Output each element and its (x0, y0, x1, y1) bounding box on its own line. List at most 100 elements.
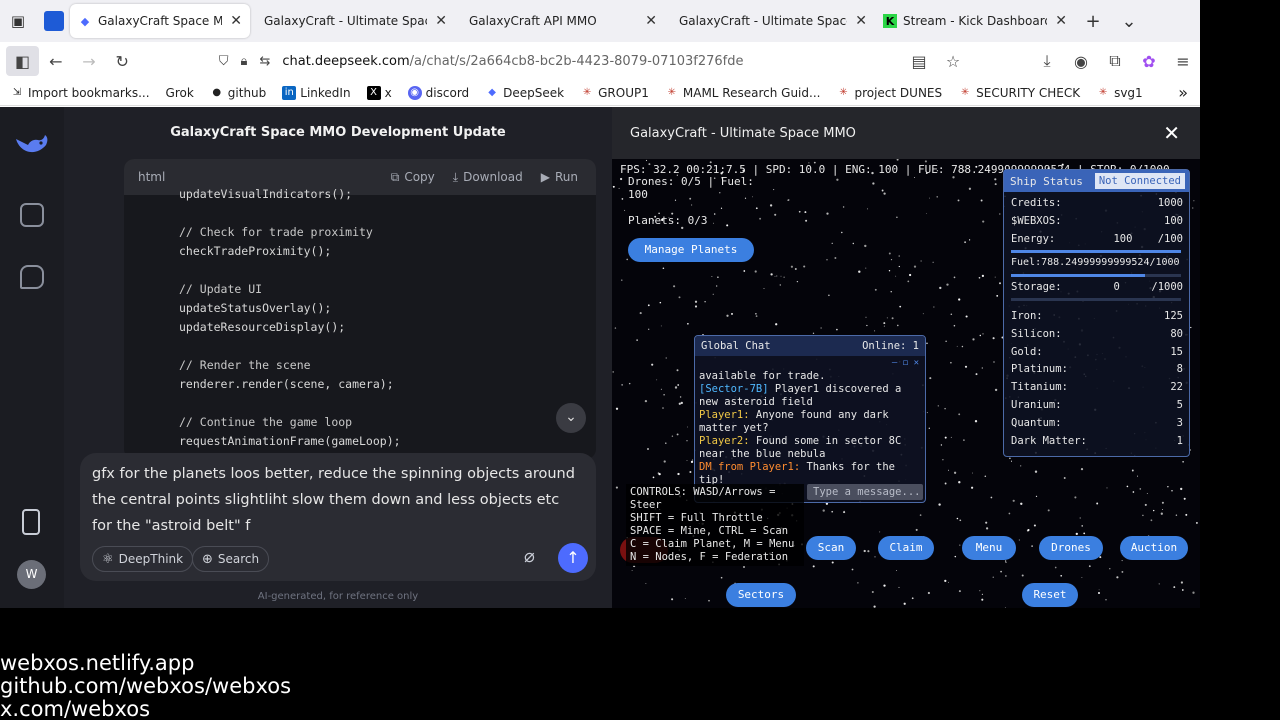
star (612, 371, 614, 373)
code-line: updateStatusOverlay(); (179, 301, 332, 315)
deepthink-button[interactable]: ⚛ DeepThink (92, 546, 194, 572)
tab-label: GalaxyCraft - Ultimate Space M (679, 14, 847, 28)
star (874, 330, 876, 332)
close-preview-icon[interactable]: ✕ (1163, 121, 1180, 145)
star (1158, 583, 1160, 585)
star (994, 388, 998, 392)
forward-icon[interactable]: → (72, 46, 105, 76)
tab-3[interactable]: GalaxyCraft API MMO ✕ (455, 4, 665, 38)
game-canvas[interactable]: FPS: 32.2 00:21:7.5 | SPD: 10.0 | ENG: 1… (612, 159, 1200, 608)
tab-4[interactable]: GalaxyCraft - Ultimate Space M ✕ (665, 4, 875, 38)
star (676, 433, 679, 436)
star (929, 197, 930, 199)
app-favicon-icon[interactable] (44, 11, 64, 31)
bookmark-item[interactable]: ✳ GROUP1 (580, 86, 649, 100)
tab-list-chevron-icon[interactable]: ⌄ (1111, 11, 1147, 32)
close-tab-icon[interactable]: ✕ (855, 13, 867, 29)
close-tab-icon[interactable]: ✕ (1055, 13, 1067, 29)
run-button[interactable]: ▶ Run (541, 170, 578, 184)
tab-active[interactable]: ◆ GalaxyCraft Space MMO De ✕ (70, 4, 250, 38)
menu-icon[interactable]: ≡ (1166, 46, 1200, 76)
new-tab-icon[interactable]: + (1075, 11, 1111, 32)
url-domain: chat.deepseek.com (282, 53, 410, 69)
tab-5[interactable]: K Stream - Kick Dashboard ✕ (875, 4, 1075, 38)
permissions-icon: ⇆ (259, 53, 271, 69)
bookmark-item[interactable]: ◉ discord (407, 85, 469, 100)
downloads-icon[interactable]: ⤓ (1030, 46, 1064, 76)
auction-button[interactable]: Auction (1120, 536, 1188, 560)
menu-button[interactable]: Menu (962, 536, 1016, 560)
star (1121, 560, 1123, 562)
bookmark-item[interactable]: ⇲ Import bookmarks... (10, 86, 150, 100)
expand-sidebar-icon[interactable] (20, 203, 44, 227)
star (945, 340, 947, 342)
close-tab-icon[interactable]: ✕ (645, 13, 657, 29)
scan-button[interactable]: Scan (806, 536, 856, 560)
star (993, 361, 995, 363)
reload-icon[interactable]: ↻ (106, 46, 139, 76)
star (842, 206, 845, 208)
manage-planets-button[interactable]: Manage Planets (628, 238, 754, 262)
star (1088, 565, 1091, 568)
claim-button[interactable]: Claim (878, 536, 934, 560)
bookmark-item[interactable]: in LinkedIn (282, 85, 351, 100)
bookmark-item[interactable]: ✳ MAML Research Guid... (665, 86, 821, 100)
star (927, 591, 931, 595)
tab-2[interactable]: GalaxyCraft - Ultimate Space M ✕ (250, 4, 455, 38)
reader-view-icon[interactable]: ▤ (902, 46, 936, 76)
scroll-down-button[interactable]: ⌄ (556, 403, 586, 433)
more-bookmarks-icon[interactable]: » (1178, 83, 1188, 102)
extensions-icon[interactable]: ⧉ (1098, 46, 1132, 76)
drones-button[interactable]: Drones (1039, 536, 1103, 560)
mobile-app-icon[interactable] (22, 509, 40, 535)
copilot-icon[interactable]: ✿ (1132, 46, 1166, 76)
screen: ▣ ◆ GalaxyCraft Space MMO De ✕ GalaxyCra… (0, 0, 1280, 720)
sparkle-icon: ✳ (839, 87, 848, 98)
chat-window-controls-icon[interactable]: — ◻ ✕ (892, 358, 919, 368)
reset-button[interactable]: Reset (1022, 583, 1078, 607)
search-button[interactable]: ⊕ Search (192, 546, 270, 572)
star (626, 258, 628, 261)
message-input[interactable]: gfx for the planets loos better, reduce … (92, 461, 582, 539)
url-bar[interactable]: ⛉ 🔒︎ ⇆ chat.deepseek.com/a/chat/s/2a664c… (219, 46, 902, 76)
bookmark-star-icon[interactable]: ☆ (936, 46, 970, 76)
bookmark-item[interactable]: Grok (166, 86, 194, 100)
message-input-box[interactable]: gfx for the planets loos better, reduce … (80, 453, 596, 581)
star (615, 486, 618, 489)
star (684, 598, 686, 599)
tab-bar: ▣ ◆ GalaxyCraft Space MMO De ✕ GalaxyCra… (0, 0, 1200, 42)
sidebar-toggle-icon[interactable]: ▣ (0, 0, 36, 42)
star (913, 265, 917, 268)
bookmark-item[interactable]: ● github (210, 86, 266, 100)
avatar[interactable]: W (17, 560, 46, 589)
star (656, 379, 658, 381)
download-button[interactable]: ⤓ Download (453, 170, 523, 185)
star (937, 405, 939, 407)
account-icon[interactable]: ◉ (1064, 46, 1098, 76)
star (677, 472, 680, 476)
back-icon[interactable]: ← (39, 46, 72, 76)
message-tag: DM from Player1: (699, 461, 801, 473)
controls-help: CONTROLS: WASD/Arrows = Steer SHIFT = Full… (626, 484, 804, 566)
deepseek-logo-icon[interactable] (14, 131, 50, 157)
chat-message-input[interactable]: Type a message... (807, 484, 923, 500)
send-button[interactable]: ↑ (558, 543, 588, 573)
star (1075, 532, 1078, 536)
preview-pane: GalaxyCraft - Ultimate Space MMO ✕ FPS: … (612, 107, 1200, 608)
bookmark-item[interactable]: ◆ DeepSeek (485, 86, 564, 100)
star (956, 345, 958, 347)
close-tab-icon[interactable]: ✕ (435, 13, 447, 29)
close-tab-icon[interactable]: ✕ (230, 13, 242, 29)
star (883, 325, 885, 327)
star (891, 317, 894, 320)
copy-button[interactable]: ⧉ Copy (391, 170, 435, 185)
attach-icon[interactable]: ⌀ (524, 546, 535, 567)
sidebar-panel-icon[interactable]: ◧ (6, 46, 40, 76)
sectors-button[interactable]: Sectors (726, 583, 796, 607)
bookmark-item[interactable]: Xx (366, 85, 392, 100)
bookmark-item[interactable]: ✳ SECURITY CHECK (958, 86, 1080, 100)
new-chat-icon[interactable] (20, 265, 44, 289)
bookmark-item[interactable]: ✳ project DUNES (836, 86, 942, 100)
bookmark-item[interactable]: ✳ svg1 (1096, 86, 1143, 100)
